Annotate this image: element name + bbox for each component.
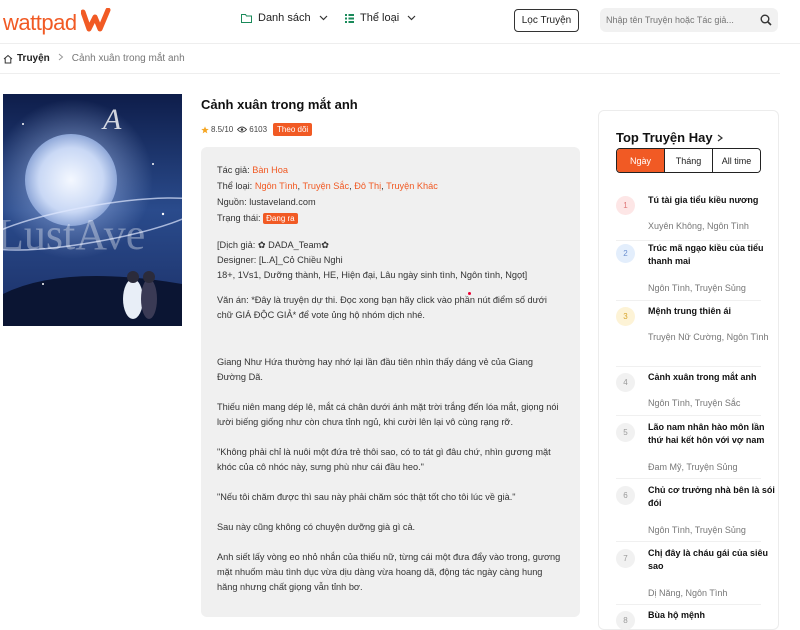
chevron-down-icon [407,15,416,21]
source-row: Nguồn: lustaveland.com [217,195,564,210]
nav-the-loai[interactable]: Thể loại [345,12,422,24]
genre-link[interactable]: Truyện Sắc [303,181,350,191]
rank-number: 1 [616,196,635,215]
tab-all-time[interactable]: All time [713,149,760,172]
rank-title[interactable]: Bùa hộ mệnh [648,609,776,622]
logo-text: wattpad [3,9,77,35]
description-paragraph: Văn án: *Đây là truyện dự thi. Đọc xong … [217,295,547,320]
chevron-down-icon [319,15,328,21]
author-label: Tác giả: [217,165,250,175]
tab-day[interactable]: Ngày [617,149,665,172]
rank-title[interactable]: Trúc mã ngạo kiều của tiểu thanh mai [648,242,776,268]
rank-title[interactable]: Chị đây là cháu gái của siêu sao [648,547,776,573]
eye-icon [237,126,248,133]
rating: 8.5/10 [201,125,233,134]
desc-line: 18+, 1Vs1, Dưỡng thành, HE, Hiện đại, Lâ… [217,270,528,280]
views-value: 6103 [249,125,268,134]
desc-line: Designer: [L.A]_Cỏ Chiều Nghi [217,255,343,265]
rank-number: 3 [616,307,635,326]
red-dot-marker [468,292,471,295]
sidebar-title[interactable]: Top Truyện Hay [616,130,724,145]
author-link[interactable]: Bàn Hoa [252,165,288,175]
status-badge: Đang ra [263,213,298,224]
nav-danh-sach[interactable]: Danh sách [241,12,334,24]
top-stories-sidebar: Top Truyện Hay Ngày Tháng All time 1 Tú … [598,110,779,630]
rank-title[interactable]: Tú tài gia tiểu kiều nương [648,194,776,207]
chevron-right-icon [58,53,64,64]
nav-danh-sach-label: Danh sách [258,12,311,24]
rank-genre: Ngôn Tình, Truyện Sắc [648,398,741,408]
rank-genre: Đam Mỹ, Truyện Sủng [648,462,738,472]
description-paragraph: "Không phải chỉ là nuôi một đứa trẻ thôi… [217,447,551,472]
story-title: Cảnh xuân trong mắt anh [201,97,358,112]
divider [616,415,761,416]
breadcrumb-home[interactable]: Truyện [17,53,50,64]
period-tabs: Ngày Tháng All time [616,148,761,173]
tab-month[interactable]: Tháng [665,149,713,172]
svg-text:LustAve: LustAve [3,210,145,259]
source-label: Nguồn: [217,197,247,207]
search-input[interactable] [600,15,750,25]
search-box [600,8,778,32]
description-paragraph: Giang Như Hứa thường hay nhớ lại lần đầu… [217,357,534,382]
w-logo-icon [80,7,111,37]
desc-line: [Dịch giả: ✿ DADA_Team✿ [217,240,329,250]
description-paragraph: Anh siết lấy vòng eo nhỏ nhắn của thiếu … [217,552,561,592]
divider [616,478,761,479]
rank-genre: Dị Năng, Ngôn Tình [648,588,728,598]
wattpad-logo[interactable]: wattpad [3,7,111,37]
rank-title[interactable]: Mệnh trung thiên ái [648,305,776,318]
divider [0,73,780,74]
status-label: Trạng thái: [217,213,261,223]
chevron-right-icon [717,134,723,141]
site-header: wattpad Danh sách Thể loại Lọc Truyện [0,0,800,44]
divider [616,240,761,241]
nav-the-loai-label: Thể loại [360,12,400,24]
breadcrumb: Truyện Cảnh xuân trong mắt anh [3,53,185,64]
svg-text:A: A [101,103,122,136]
home-icon[interactable] [3,54,13,64]
story-meta: 8.5/10 6103 Theo dõi [201,123,313,136]
sidebar-title-text: Top Truyện Hay [616,130,713,145]
rank-number: 7 [616,549,635,568]
star-icon [201,125,209,133]
rank-genre: Xuyên Không, Ngôn Tình [648,221,749,231]
genre-row: Thể loại: Ngôn Tình, Truyện Sắc, Đô Thị,… [217,181,438,191]
divider [616,300,761,301]
rank-genre: Truyện Nữ Cường, Ngôn Tình [648,332,769,342]
views: 6103 [237,125,267,134]
divider [616,366,761,367]
description-paragraph: Sau này cũng không có chuyện dưỡng già g… [217,522,416,532]
description-credits: [Dịch giả: ✿ DADA_Team✿ Designer: [L.A]_… [217,238,564,283]
rating-value: 8.5/10 [211,125,234,134]
rank-number: 4 [616,373,635,392]
story-cover-image: LustAve A [3,94,182,326]
rank-number: 6 [616,486,635,505]
genre-link[interactable]: Ngôn Tình [255,181,298,191]
breadcrumb-current: Cảnh xuân trong mắt anh [71,53,185,64]
rank-genre: Ngôn Tình, Truyện Sủng [648,283,746,293]
divider [616,541,761,542]
author-row: Tác giả: Bàn Hoa [217,163,564,178]
rank-title[interactable]: Cảnh xuân trong mắt anh [648,371,776,384]
rank-title[interactable]: Chủ cơ trưởng nhà bên là sói đói [648,484,776,510]
rank-number: 5 [616,423,635,442]
description-paragraph: Thiếu niên mang dép lê, mắt cá chân dưới… [217,402,559,427]
source-value: lustaveland.com [249,197,316,207]
genre-link[interactable]: Đô Thị [354,181,381,191]
search-icon[interactable] [760,13,772,31]
follow-button[interactable]: Theo dõi [273,123,313,136]
description-paragraph: "Nếu tôi chăm được thì sau này phải chăm… [217,492,516,502]
status-row: Trạng thái: Đang ra [217,211,564,226]
rank-title[interactable]: Lão nam nhân hào môn lần thứ hai kết hôn… [648,421,776,447]
grid-icon [345,13,354,23]
divider [616,604,761,605]
story-info-box: Tác giả: Bàn Hoa Thể loại: Ngôn Tình, Tr… [201,147,580,617]
rank-number: 2 [616,244,635,263]
folder-icon [241,14,252,23]
filter-button[interactable]: Lọc Truyện [514,9,579,32]
rank-genre: Ngôn Tình, Truyện Sủng [648,525,746,535]
genre-link[interactable]: Truyện Khác [386,181,438,191]
genre-label: Thể loại: [217,181,253,191]
